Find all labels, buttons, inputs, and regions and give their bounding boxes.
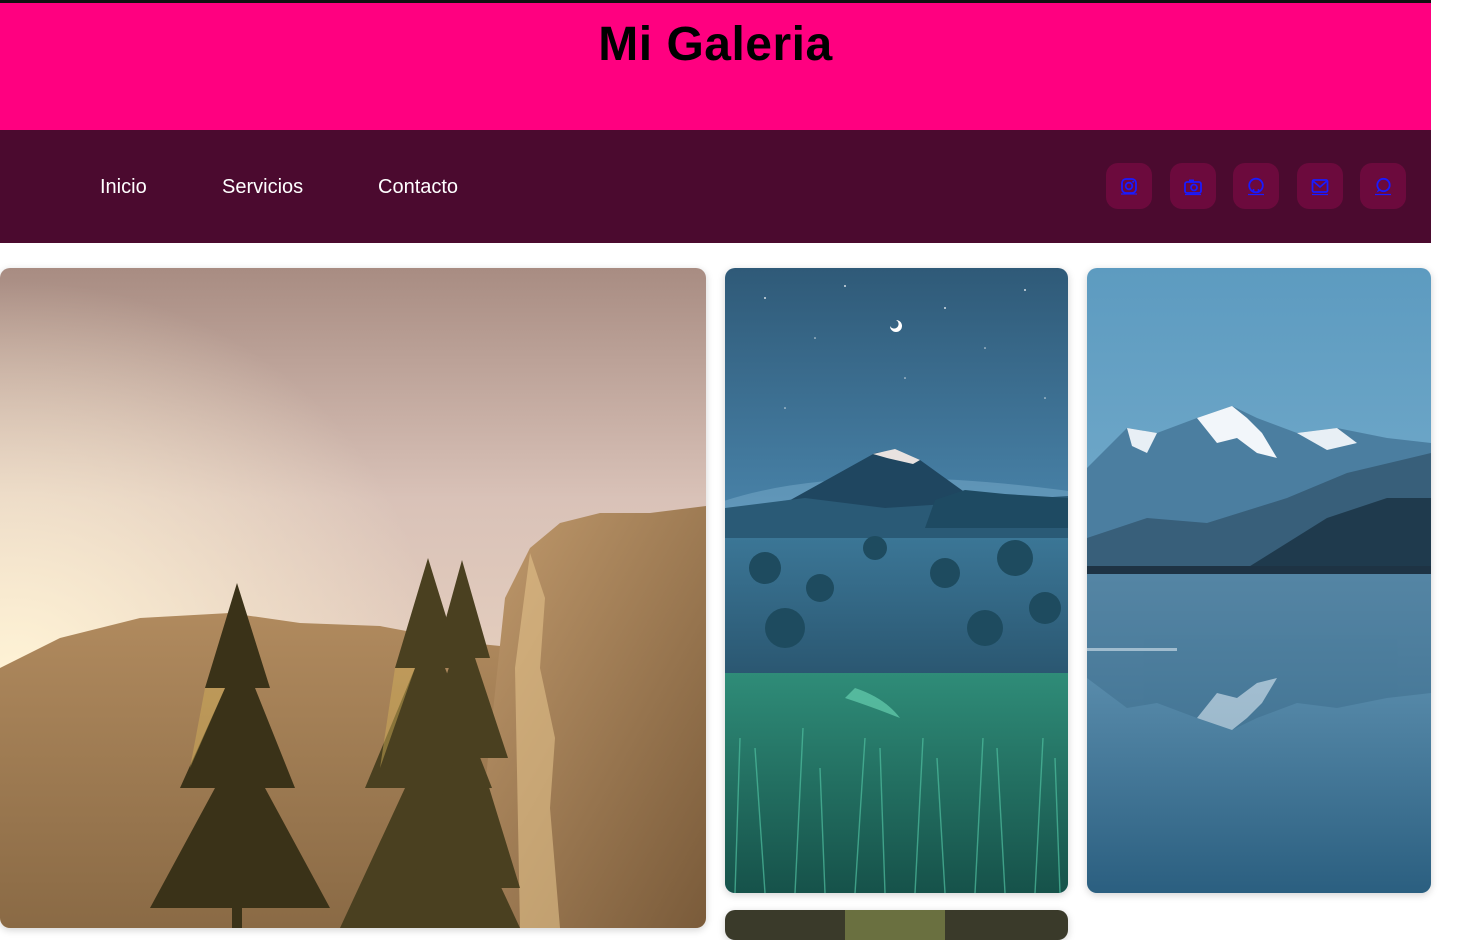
whatsapp-icon: [1375, 177, 1391, 196]
github-icon: [1248, 177, 1264, 196]
github-button[interactable]: [1233, 163, 1279, 209]
nav-link-servicios[interactable]: Servicios: [222, 176, 303, 199]
next-photo-edge: [725, 910, 1068, 940]
instagram-button[interactable]: [1106, 163, 1152, 209]
site-title: Mi Galeria: [598, 18, 833, 71]
camera-icon: [1184, 179, 1202, 196]
camera-button[interactable]: [1170, 163, 1216, 209]
gallery-image-4[interactable]: [725, 910, 1068, 940]
gallery-image-1[interactable]: [0, 268, 706, 928]
gallery-image-3[interactable]: [1087, 268, 1431, 893]
instagram-icon: [1121, 178, 1137, 195]
mountain-lake-photo: [1087, 268, 1431, 893]
main-nav: Inicio Servicios Contacto: [0, 130, 1431, 243]
mail-button[interactable]: [1297, 163, 1343, 209]
nav-link-inicio[interactable]: Inicio: [100, 176, 147, 199]
site-header: Mi Galeria: [0, 3, 1431, 130]
cliff-forest-photo: [0, 268, 706, 928]
gallery-image-2[interactable]: [725, 268, 1068, 893]
mail-icon: [1311, 179, 1329, 196]
nav-link-contacto[interactable]: Contacto: [378, 176, 458, 199]
whatsapp-button[interactable]: [1360, 163, 1406, 209]
volcano-night-photo: [725, 268, 1068, 893]
